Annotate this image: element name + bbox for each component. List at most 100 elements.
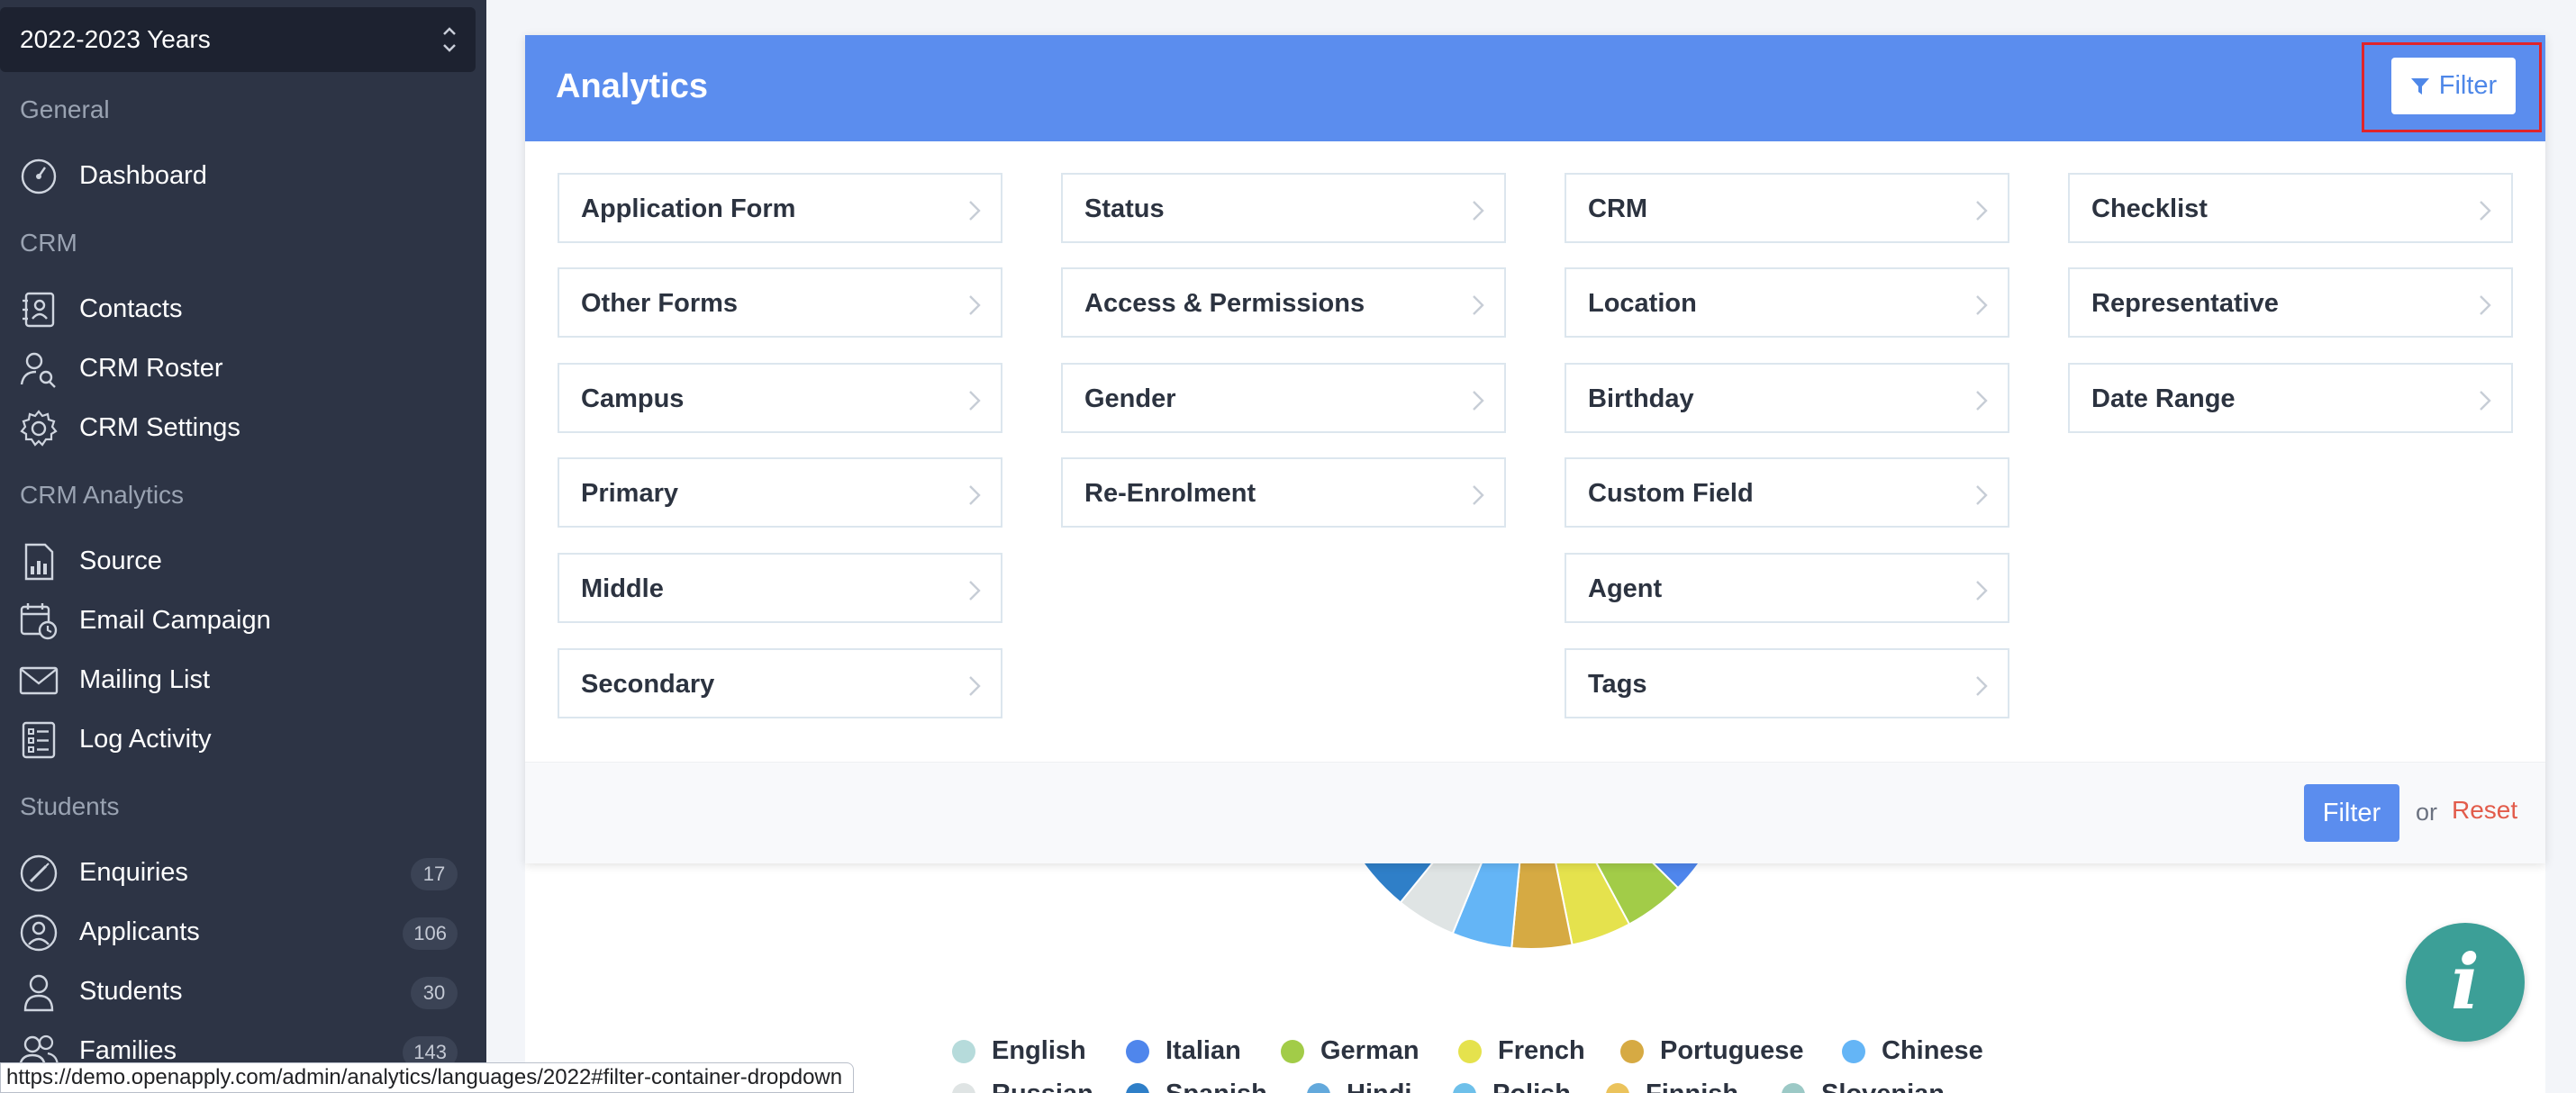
sidebar-item-log-activity[interactable]: Log Activity <box>0 712 486 766</box>
info-icon: i <box>2451 937 2480 1026</box>
filter-option-label: CRM <box>1588 194 1648 223</box>
filter-option-label: Representative <box>2091 289 2279 318</box>
status-bar-url: https://demo.openapply.com/admin/analyti… <box>0 1062 855 1093</box>
sidebar-item-mailing-list[interactable]: Mailing List <box>0 653 486 707</box>
dashboard-gauge-icon <box>21 158 57 194</box>
compass-pen-icon <box>20 854 58 892</box>
filter-option[interactable]: Gender <box>1061 363 1506 433</box>
chevron-right-icon <box>2480 391 2491 411</box>
chevron-right-icon <box>1976 295 1988 315</box>
sidebar-item-label: Dashboard <box>79 161 207 190</box>
info-help-button[interactable]: i <box>2406 923 2525 1042</box>
filter-option[interactable]: Agent <box>1565 553 2009 623</box>
legend-item[interactable]: French <box>1458 1036 1585 1066</box>
chevron-right-icon <box>969 201 981 221</box>
sidebar-item-contacts[interactable]: Contacts <box>0 282 486 336</box>
filter-option[interactable]: Campus <box>558 363 1002 433</box>
sidebar-item-label: Email Campaign <box>79 606 271 635</box>
filter-option[interactable]: Date Range <box>2068 363 2513 433</box>
filter-option-label: Secondary <box>581 670 715 699</box>
legend-label: Spanish <box>1166 1079 1267 1093</box>
filter-option[interactable]: Birthday <box>1565 363 2009 433</box>
chevron-right-icon <box>1473 295 1484 315</box>
sidebar-item-label: Mailing List <box>79 665 211 694</box>
section-general: General <box>20 95 110 123</box>
filter-toggle-label: Filter <box>2438 71 2498 100</box>
chevron-up-down-icon <box>443 27 456 52</box>
filter-option-label: Campus <box>581 384 685 413</box>
sidebar-item-crm-settings[interactable]: CRM Settings <box>0 401 486 455</box>
filter-option[interactable]: Access & Permissions <box>1061 267 1506 338</box>
legend-label: Russian <box>992 1079 1093 1093</box>
legend-item[interactable]: German <box>1281 1036 1420 1066</box>
filter-option-label: Custom Field <box>1588 479 1754 508</box>
sidebar-item-applicants[interactable]: Applicants 106 <box>0 905 486 959</box>
legend-label: Finnish <box>1646 1079 1738 1093</box>
filter-toggle-button[interactable]: Filter <box>2391 58 2516 114</box>
count-badge: 106 <box>403 917 458 950</box>
chevron-right-icon <box>2480 295 2491 315</box>
sidebar-item-crm-roster[interactable]: CRM Roster <box>0 341 486 395</box>
filter-option[interactable]: Representative <box>2068 267 2513 338</box>
filter-option[interactable]: Re-Enrolment <box>1061 457 1506 528</box>
legend-label: Italian <box>1166 1036 1241 1065</box>
sidebar: 2022-2023 Years General Dashboard CRM Co… <box>0 0 486 1093</box>
sidebar-item-students[interactable]: Students 30 <box>0 964 486 1018</box>
filter-option[interactable]: Middle <box>558 553 1002 623</box>
filter-option[interactable]: Checklist <box>2068 173 2513 243</box>
filter-option[interactable]: Primary <box>558 457 1002 528</box>
chevron-right-icon <box>969 581 981 601</box>
chevron-right-icon <box>1976 201 1988 221</box>
legend-item[interactable]: Italian <box>1126 1036 1241 1066</box>
legend-swatch <box>1782 1082 1805 1093</box>
chevron-right-icon <box>969 485 981 505</box>
year-select[interactable]: 2022-2023 Years <box>0 7 476 72</box>
legend-swatch <box>1281 1039 1304 1063</box>
chevron-right-icon <box>1976 581 1988 601</box>
page-title: Analytics <box>556 68 708 105</box>
sidebar-item-label: Contacts <box>79 294 183 323</box>
filter-option[interactable]: Location <box>1565 267 2009 338</box>
sidebar-item-label: Students <box>79 977 183 1006</box>
filter-option[interactable]: Other Forms <box>558 267 1002 338</box>
legend-label: Chinese <box>1882 1036 1983 1065</box>
chevron-right-icon <box>1473 201 1484 221</box>
legend-item[interactable]: Polish <box>1453 1079 1571 1093</box>
filter-option[interactable]: Application Form <box>558 173 1002 243</box>
chevron-right-icon <box>969 676 981 696</box>
sidebar-item-email-campaign[interactable]: Email Campaign <box>0 593 486 647</box>
sidebar-item-dashboard[interactable]: Dashboard <box>0 149 486 203</box>
legend-item[interactable]: Portuguese <box>1620 1036 1804 1066</box>
legend-item[interactable]: Finnish <box>1606 1079 1738 1093</box>
count-badge: 17 <box>411 858 458 890</box>
chevron-right-icon <box>1473 485 1484 505</box>
legend-item[interactable]: Slovenian <box>1782 1079 1945 1093</box>
gear-icon <box>20 410 58 447</box>
sidebar-item-label: CRM Settings <box>79 413 240 442</box>
legend-item[interactable]: English <box>952 1036 1086 1066</box>
filter-option[interactable]: Secondary <box>558 648 1002 718</box>
card-header: Analytics Filter <box>525 35 2545 141</box>
sidebar-item-label: Source <box>79 546 162 575</box>
reset-link[interactable]: Reset <box>2452 796 2517 825</box>
legend-label: English <box>992 1036 1086 1065</box>
chevron-right-icon <box>969 391 981 411</box>
filter-option-label: Status <box>1084 194 1165 223</box>
section-crm-analytics: CRM Analytics <box>20 481 185 509</box>
report-chart-icon <box>24 543 54 581</box>
or-text: or <box>2416 799 2438 826</box>
sidebar-item-enquiries[interactable]: Enquiries 17 <box>0 845 486 899</box>
legend-item[interactable]: Hindi <box>1307 1079 1412 1093</box>
apply-filter-button[interactable]: Filter <box>2304 784 2399 842</box>
legend-item[interactable]: Russian <box>952 1079 1093 1093</box>
filter-option[interactable]: Status <box>1061 173 1506 243</box>
legend-item[interactable]: Chinese <box>1842 1036 1983 1066</box>
sidebar-item-source[interactable]: Source <box>0 534 486 588</box>
filter-option[interactable]: Tags <box>1565 648 2009 718</box>
filter-option-label: Birthday <box>1588 384 1694 413</box>
legend-swatch <box>1620 1039 1644 1063</box>
filter-option[interactable]: Custom Field <box>1565 457 2009 528</box>
filter-option[interactable]: CRM <box>1565 173 2009 243</box>
legend-item[interactable]: Spanish <box>1126 1079 1267 1093</box>
filter-option-label: Gender <box>1084 384 1176 413</box>
